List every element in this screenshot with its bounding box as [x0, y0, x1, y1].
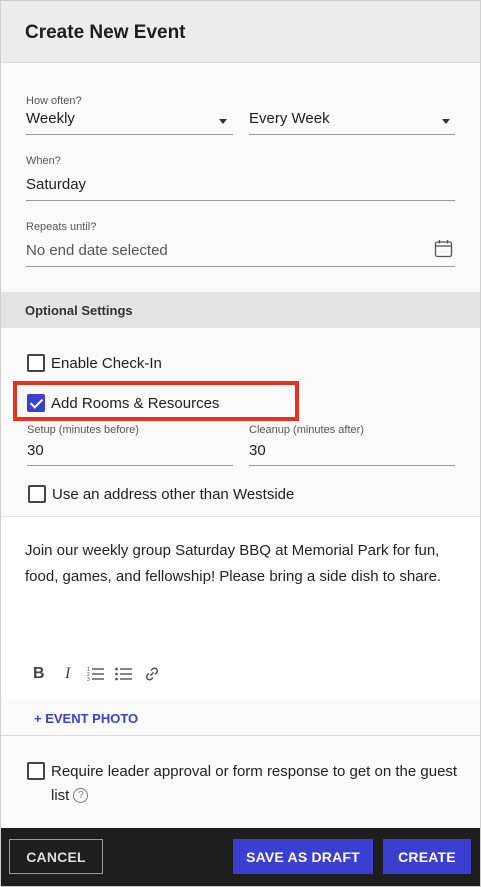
help-icon[interactable]: ?: [73, 788, 89, 803]
optional-settings-title: Optional Settings: [25, 303, 133, 318]
leader-approval-label[interactable]: Require leader approval or form response…: [51, 760, 461, 808]
event-photo-row: + EVENT PHOTO: [1, 699, 480, 736]
italic-button[interactable]: I: [65, 665, 70, 683]
frequency-select[interactable]: Weekly: [26, 107, 233, 134]
leader-approval-checkbox[interactable]: [27, 762, 45, 780]
enable-check-in-checkbox[interactable]: [27, 354, 45, 372]
interval-underline: [249, 134, 455, 135]
other-address-checkbox[interactable]: [28, 485, 46, 503]
footer-actions: CANCEL SAVE AS DRAFT CREATE: [1, 828, 480, 886]
interval-value: Every Week: [249, 110, 330, 127]
cleanup-label: Cleanup (minutes after): [249, 424, 364, 436]
frequency-underline: [26, 134, 233, 135]
when-field[interactable]: Saturday: [26, 171, 455, 199]
setup-value: 30: [27, 442, 44, 459]
setup-label: Setup (minutes before): [27, 424, 139, 436]
link-icon[interactable]: [144, 666, 160, 687]
when-value: Saturday: [26, 176, 87, 193]
setup-input[interactable]: 30: [27, 437, 233, 465]
page-title: Create New Event: [25, 22, 186, 43]
description-text[interactable]: Join our weekly group Saturday BBQ at Me…: [25, 538, 465, 590]
description-editor[interactable]: Join our weekly group Saturday BBQ at Me…: [1, 516, 480, 699]
save-as-draft-button[interactable]: SAVE AS DRAFT: [233, 839, 373, 874]
cleanup-value: 30: [249, 442, 266, 459]
ordered-list-icon[interactable]: 1 2 3: [87, 666, 105, 687]
chevron-down-icon: [442, 119, 450, 124]
enable-check-in-label[interactable]: Enable Check-In: [51, 355, 162, 372]
cleanup-underline: [249, 465, 455, 466]
add-rooms-resources-label[interactable]: Add Rooms & Resources: [51, 395, 219, 412]
leader-approval-text: Require leader approval or form response…: [51, 763, 458, 804]
create-event-panel: Create New Event How often? Weekly Every…: [0, 0, 481, 887]
cleanup-input[interactable]: 30: [249, 437, 455, 465]
create-button[interactable]: CREATE: [383, 839, 471, 874]
panel-header: Create New Event: [1, 1, 480, 63]
bullet-list-icon[interactable]: [115, 666, 133, 687]
setup-underline: [27, 465, 233, 466]
svg-text:3: 3: [87, 677, 90, 682]
frequency-value: Weekly: [26, 110, 75, 127]
other-address-label[interactable]: Use an address other than Westside: [52, 486, 294, 503]
chevron-down-icon: [219, 119, 227, 124]
add-event-photo-link[interactable]: + EVENT PHOTO: [34, 711, 138, 726]
repeats-until-underline: [26, 266, 455, 267]
optional-settings-header: Optional Settings: [1, 292, 480, 328]
add-rooms-resources-checkbox[interactable]: [27, 394, 45, 412]
repeats-until-field[interactable]: No end date selected: [26, 237, 455, 265]
how-often-label: How often?: [26, 95, 82, 107]
bold-button[interactable]: B: [33, 665, 45, 683]
repeats-until-label: Repeats until?: [26, 221, 97, 233]
when-underline: [26, 200, 455, 201]
cancel-button[interactable]: CANCEL: [9, 839, 103, 874]
repeats-until-placeholder: No end date selected: [26, 242, 168, 259]
calendar-icon[interactable]: [434, 239, 453, 258]
interval-select[interactable]: Every Week: [249, 107, 455, 134]
when-label: When?: [26, 155, 61, 167]
